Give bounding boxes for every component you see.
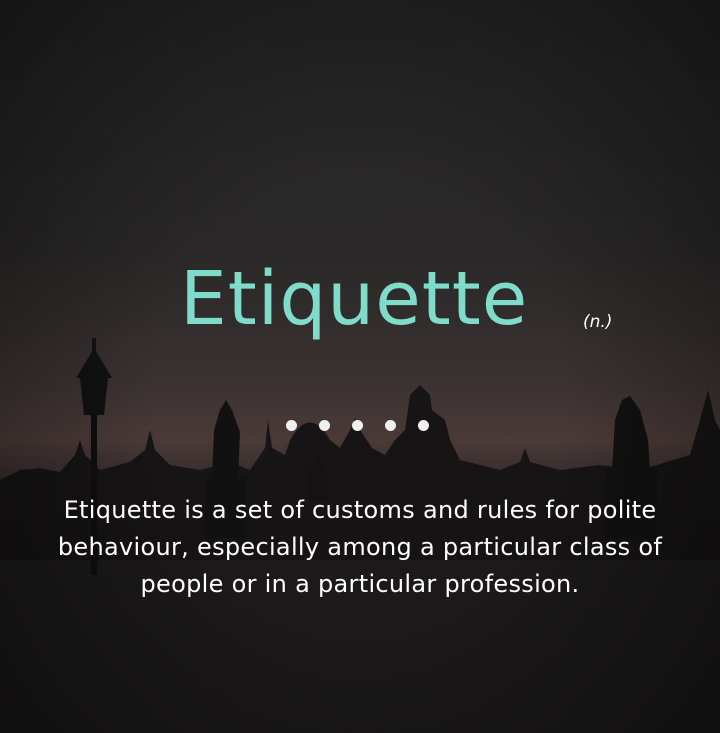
separator-dots bbox=[286, 420, 429, 431]
quote-card: Etiquette (n.) Etiquette is a set of cus… bbox=[0, 0, 720, 733]
part-of-speech: (n.) bbox=[583, 312, 613, 332]
vignette-overlay bbox=[0, 0, 720, 733]
definition-line-3: people or in a particular profession. bbox=[140, 570, 580, 598]
dot bbox=[286, 420, 297, 431]
definition-line-1: Etiquette is a set of customs and rules … bbox=[63, 496, 657, 524]
definition-line-2: behaviour, especially among a particular… bbox=[57, 533, 663, 561]
word-title: Etiquette bbox=[180, 256, 529, 342]
definition-text: Etiquette is a set of customs and rules … bbox=[0, 492, 720, 603]
dot bbox=[418, 420, 429, 431]
dot bbox=[385, 420, 396, 431]
dot bbox=[319, 420, 330, 431]
dot bbox=[352, 420, 363, 431]
